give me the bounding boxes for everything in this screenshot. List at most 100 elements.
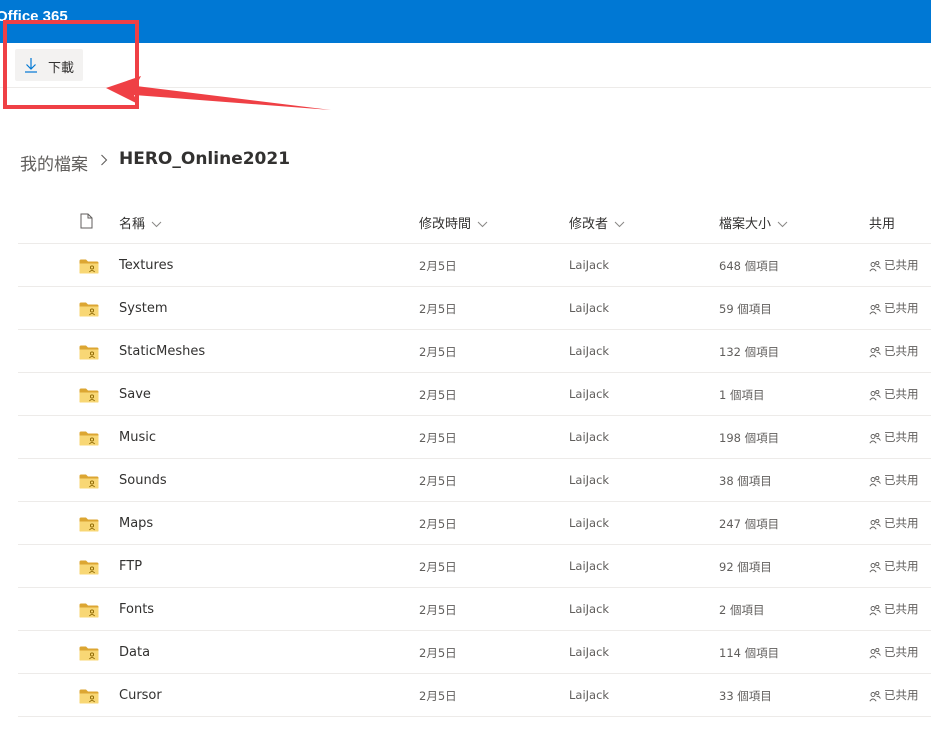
file-rows: Textures 2月5日 LaiJack 648 個項目 已共用 System… [18,244,931,717]
people-icon [869,518,881,529]
modified-date: 2月5日 [419,560,457,574]
item-count: 198 個項目 [719,431,780,445]
modified-by: LaiJack [569,688,610,702]
sharing-status[interactable]: 已共用 [869,472,919,488]
file-name[interactable]: Fonts [119,602,154,617]
file-list-header: 名稱 修改時間 修改者 檔案大小 共用 [18,200,931,244]
table-row[interactable]: FTP 2月5日 LaiJack 92 個項目 已共用 [18,545,931,588]
item-count: 2 個項目 [719,603,765,617]
file-name[interactable]: Sounds [119,473,167,488]
sharing-label: 已共用 [884,516,919,530]
file-name[interactable]: FTP [119,559,142,574]
breadcrumb-current: HERO_Online2021 [119,149,291,169]
shared-folder-icon [79,474,99,489]
item-count: 247 個項目 [719,517,780,531]
item-count: 648 個項目 [719,259,780,273]
chevron-down-icon [151,221,162,228]
modified-date: 2月5日 [419,259,457,273]
modified-by: LaiJack [569,387,610,401]
modified-by: LaiJack [569,516,610,530]
shared-folder-icon [79,646,99,661]
sharing-label: 已共用 [884,602,919,616]
shared-folder-icon [79,388,99,403]
file-name[interactable]: Maps [119,516,153,531]
item-count: 38 個項目 [719,474,772,488]
chevron-down-icon [614,221,625,228]
sharing-label: 已共用 [884,688,919,702]
table-row[interactable]: StaticMeshes 2月5日 LaiJack 132 個項目 已共用 [18,330,931,373]
file-list: 名稱 修改時間 修改者 檔案大小 共用 Textures 2月5日 LaiJac… [18,200,931,717]
modified-date: 2月5日 [419,689,457,703]
chevron-down-icon [777,221,788,228]
people-icon [869,475,881,486]
sharing-status[interactable]: 已共用 [869,558,919,574]
people-icon [869,690,881,701]
modified-date: 2月5日 [419,388,457,402]
shared-folder-icon [79,603,99,618]
sharing-status[interactable]: 已共用 [869,644,919,660]
sharing-status[interactable]: 已共用 [869,343,919,359]
modified-by: LaiJack [569,301,610,315]
shared-folder-icon [79,259,99,274]
column-header-modified[interactable]: 修改時間 [419,213,488,232]
item-count: 59 個項目 [719,302,772,316]
modified-date: 2月5日 [419,345,457,359]
file-name[interactable]: StaticMeshes [119,344,205,359]
sharing-label: 已共用 [884,258,919,272]
column-header-sharing[interactable]: 共用 [869,213,895,232]
people-icon [869,432,881,443]
column-header-name[interactable]: 名稱 [119,213,162,232]
sharing-status[interactable]: 已共用 [869,515,919,531]
people-icon [869,647,881,658]
annotation-highlight-box [3,20,139,109]
people-icon [869,303,881,314]
table-row[interactable]: System 2月5日 LaiJack 59 個項目 已共用 [18,287,931,330]
modified-by: LaiJack [569,473,610,487]
sharing-label: 已共用 [884,387,919,401]
sharing-status[interactable]: 已共用 [869,601,919,617]
table-row[interactable]: Fonts 2月5日 LaiJack 2 個項目 已共用 [18,588,931,631]
item-count: 92 個項目 [719,560,772,574]
table-row[interactable]: Save 2月5日 LaiJack 1 個項目 已共用 [18,373,931,416]
shared-folder-icon [79,560,99,575]
table-row[interactable]: Cursor 2月5日 LaiJack 33 個項目 已共用 [18,674,931,717]
file-name[interactable]: System [119,301,167,316]
chevron-right-icon [101,154,108,166]
table-row[interactable]: Sounds 2月5日 LaiJack 38 個項目 已共用 [18,459,931,502]
sharing-status[interactable]: 已共用 [869,300,919,316]
shared-folder-icon [79,302,99,317]
file-name[interactable]: Music [119,430,156,445]
sharing-status[interactable]: 已共用 [869,386,919,402]
sharing-label: 已共用 [884,301,919,315]
column-header-size[interactable]: 檔案大小 [719,213,788,232]
file-name[interactable]: Save [119,387,151,402]
people-icon [869,561,881,572]
sharing-status[interactable]: 已共用 [869,257,919,273]
sharing-label: 已共用 [884,344,919,358]
people-icon [869,260,881,271]
file-type-icon[interactable] [80,213,93,229]
file-name[interactable]: Textures [119,258,173,273]
modified-date: 2月5日 [419,474,457,488]
sharing-label: 已共用 [884,430,919,444]
chevron-down-icon [477,221,488,228]
modified-date: 2月5日 [419,646,457,660]
modified-by: LaiJack [569,344,610,358]
item-count: 114 個項目 [719,646,780,660]
sharing-status[interactable]: 已共用 [869,429,919,445]
column-header-modified-by[interactable]: 修改者 [569,213,625,232]
table-row[interactable]: Textures 2月5日 LaiJack 648 個項目 已共用 [18,244,931,287]
shared-folder-icon [79,517,99,532]
table-row[interactable]: Maps 2月5日 LaiJack 247 個項目 已共用 [18,502,931,545]
item-count: 1 個項目 [719,388,765,402]
sharing-label: 已共用 [884,645,919,659]
people-icon [869,389,881,400]
table-row[interactable]: Data 2月5日 LaiJack 114 個項目 已共用 [18,631,931,674]
table-row[interactable]: Music 2月5日 LaiJack 198 個項目 已共用 [18,416,931,459]
sharing-status[interactable]: 已共用 [869,687,919,703]
file-name[interactable]: Data [119,645,150,660]
shared-folder-icon [79,431,99,446]
file-name[interactable]: Cursor [119,688,162,703]
modified-by: LaiJack [569,645,610,659]
breadcrumb-root[interactable]: 我的檔案 [20,150,88,175]
